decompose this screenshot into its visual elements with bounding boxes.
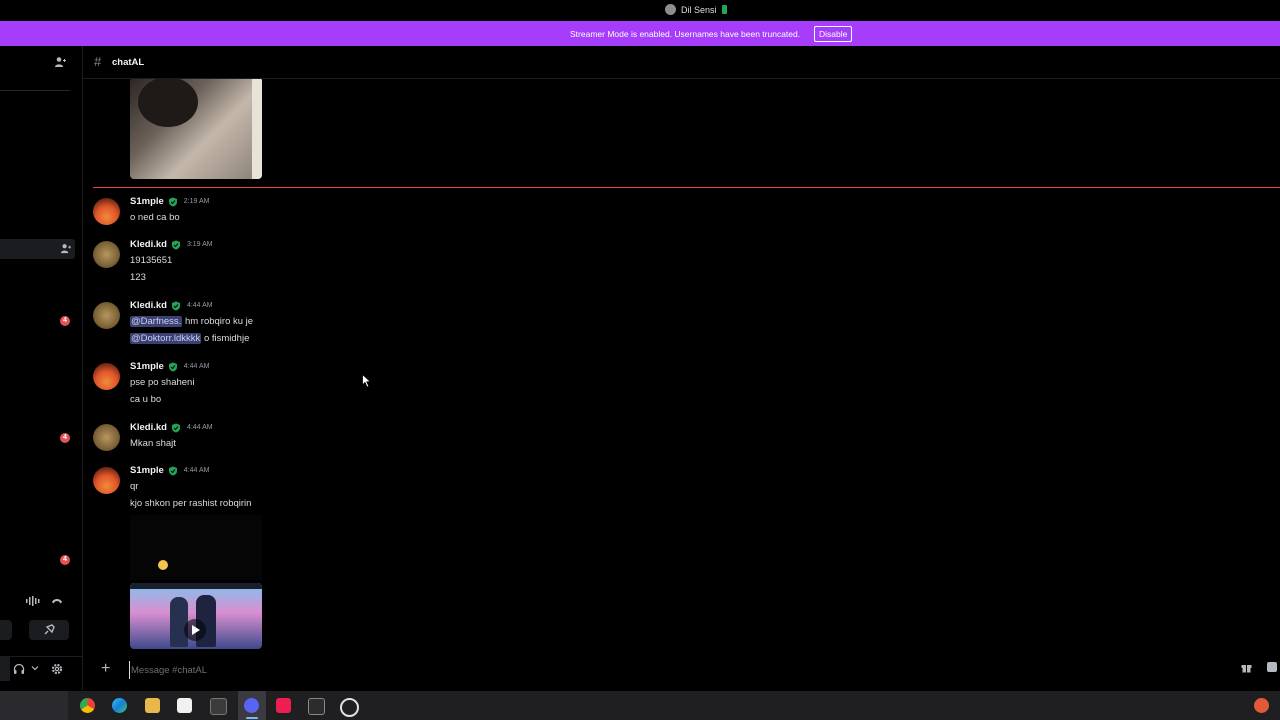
message-username[interactable]: Kledi.kd (130, 300, 167, 311)
message-username[interactable]: S1mple (130, 465, 164, 476)
terminal2-icon[interactable] (308, 698, 325, 715)
verified-shield-icon (168, 362, 177, 371)
avatar[interactable] (93, 302, 120, 329)
store-icon[interactable] (177, 698, 192, 713)
message-timestamp: 3:19 AM (186, 241, 213, 248)
avatar[interactable] (93, 424, 120, 451)
message-timestamp: 4:44 AM (183, 467, 210, 474)
gif-icon[interactable] (1267, 662, 1277, 672)
add-friend-icon[interactable] (54, 56, 66, 68)
file-explorer-icon[interactable] (145, 698, 160, 713)
add-member-icon[interactable] (60, 243, 71, 254)
message-input[interactable] (129, 661, 1183, 679)
message-timestamp: 4:44 AM (183, 363, 210, 370)
message-timestamp: 4:44 AM (186, 302, 213, 309)
mouse-cursor-icon (362, 374, 372, 388)
message-text: @Darfness. hm robqiro ku je (130, 316, 253, 327)
unread-badge: 4 (60, 555, 70, 565)
avatar[interactable] (93, 363, 120, 390)
tiktok-icon[interactable] (276, 698, 291, 713)
message-text: @Doktorr.ldkkkk o fismidhje (130, 333, 249, 344)
streamer-mode-message: Streamer Mode is enabled. Usernames have… (570, 29, 801, 39)
activity-rocket-icon (44, 624, 55, 635)
message-text: ca u bo (130, 394, 162, 405)
verified-shield-icon (171, 240, 180, 249)
edge-icon[interactable] (112, 698, 127, 713)
message-username[interactable]: S1mple (130, 196, 164, 207)
message-composer: + (83, 650, 1280, 690)
sidebar-item-active-dm[interactable] (0, 239, 75, 259)
user-avatar-icon (665, 4, 676, 15)
video-figure (170, 597, 188, 647)
message-text: o ned ca bo (130, 212, 180, 223)
message-text: 19135651 (130, 255, 173, 266)
window-titlebar: Dil Sensi (0, 0, 1280, 21)
gift-icon[interactable] (1241, 662, 1252, 673)
verified-shield-icon (171, 423, 180, 432)
verified-shield-icon (171, 301, 180, 310)
hash-icon: # (94, 54, 102, 69)
os-taskbar (0, 691, 1280, 720)
avatar[interactable] (93, 241, 120, 268)
user-mention[interactable]: @Darfness. (130, 316, 183, 327)
sidebar-divider (0, 90, 70, 91)
channel-name: chatAL (112, 57, 145, 68)
user-mention[interactable]: @Doktorr.ldkkkk (130, 333, 202, 344)
voice-connection-panel (0, 580, 82, 640)
message-username[interactable]: Kledi.kd (130, 239, 167, 250)
camera-button[interactable] (0, 620, 12, 640)
channel-sidebar: 4 4 4 (0, 46, 83, 690)
message-username[interactable]: S1mple (130, 361, 164, 372)
chrome-icon[interactable] (80, 698, 95, 713)
discord-icon[interactable] (244, 698, 259, 713)
activity-button[interactable] (29, 620, 69, 640)
window-title: Dil Sensi (665, 4, 727, 15)
unread-badge: 4 (60, 316, 70, 326)
message-text: kjo shkon per rashist robqirin (130, 498, 252, 509)
unread-badge: 4 (60, 433, 70, 443)
gear-icon[interactable] (51, 663, 63, 675)
channel-header: # chatAL (83, 46, 1280, 79)
message-list: S1mple 2:19 AM o ned ca bo Kledi.kd 3:19… (83, 79, 1280, 649)
message-text: qr (130, 481, 139, 492)
message-timestamp: 2:19 AM (183, 198, 210, 205)
message-username[interactable]: Kledi.kd (130, 422, 167, 433)
terminal-icon[interactable] (210, 698, 227, 715)
emoji-icon (158, 560, 168, 570)
image-content (252, 79, 262, 179)
screen-recorder-icon[interactable] (340, 698, 359, 717)
emoji-attachment[interactable] (130, 515, 262, 580)
play-icon[interactable] (184, 619, 206, 641)
image-attachment[interactable] (130, 79, 262, 179)
message-text: 123 (130, 272, 146, 283)
voice-waveform-icon[interactable] (26, 596, 40, 606)
verified-shield-icon (168, 466, 177, 475)
user-panel (0, 656, 82, 681)
message-text: Mkan shajt (130, 438, 176, 449)
user-panel-avatar-area[interactable] (0, 657, 10, 681)
headset-icon[interactable] (13, 663, 25, 675)
video-top-strip (130, 583, 262, 589)
message-timestamp: 4:44 AM (186, 424, 213, 431)
message-text-fragment: hm robqiro ku je (184, 316, 254, 327)
new-messages-divider (93, 187, 1280, 188)
avatar[interactable] (93, 467, 120, 494)
window-title-text: Dil Sensi (681, 4, 717, 15)
image-content (138, 79, 198, 127)
taskbar-search-area[interactable] (0, 691, 68, 720)
battery-icon (721, 5, 727, 14)
tray-app-icon[interactable] (1254, 698, 1269, 713)
video-attachment[interactable] (130, 583, 262, 649)
disable-streamer-mode-button[interactable]: Disable (814, 26, 853, 42)
streamer-mode-banner: Streamer Mode is enabled. Usernames have… (0, 21, 1280, 46)
verified-shield-icon (168, 197, 177, 206)
message-text-fragment: o fismidhje (203, 333, 250, 344)
message-text: pse po shaheni (130, 377, 195, 388)
avatar[interactable] (93, 198, 120, 225)
disconnect-call-icon[interactable] (51, 597, 63, 605)
add-attachment-button[interactable]: + (101, 660, 110, 678)
chevron-down-icon[interactable] (31, 664, 39, 672)
